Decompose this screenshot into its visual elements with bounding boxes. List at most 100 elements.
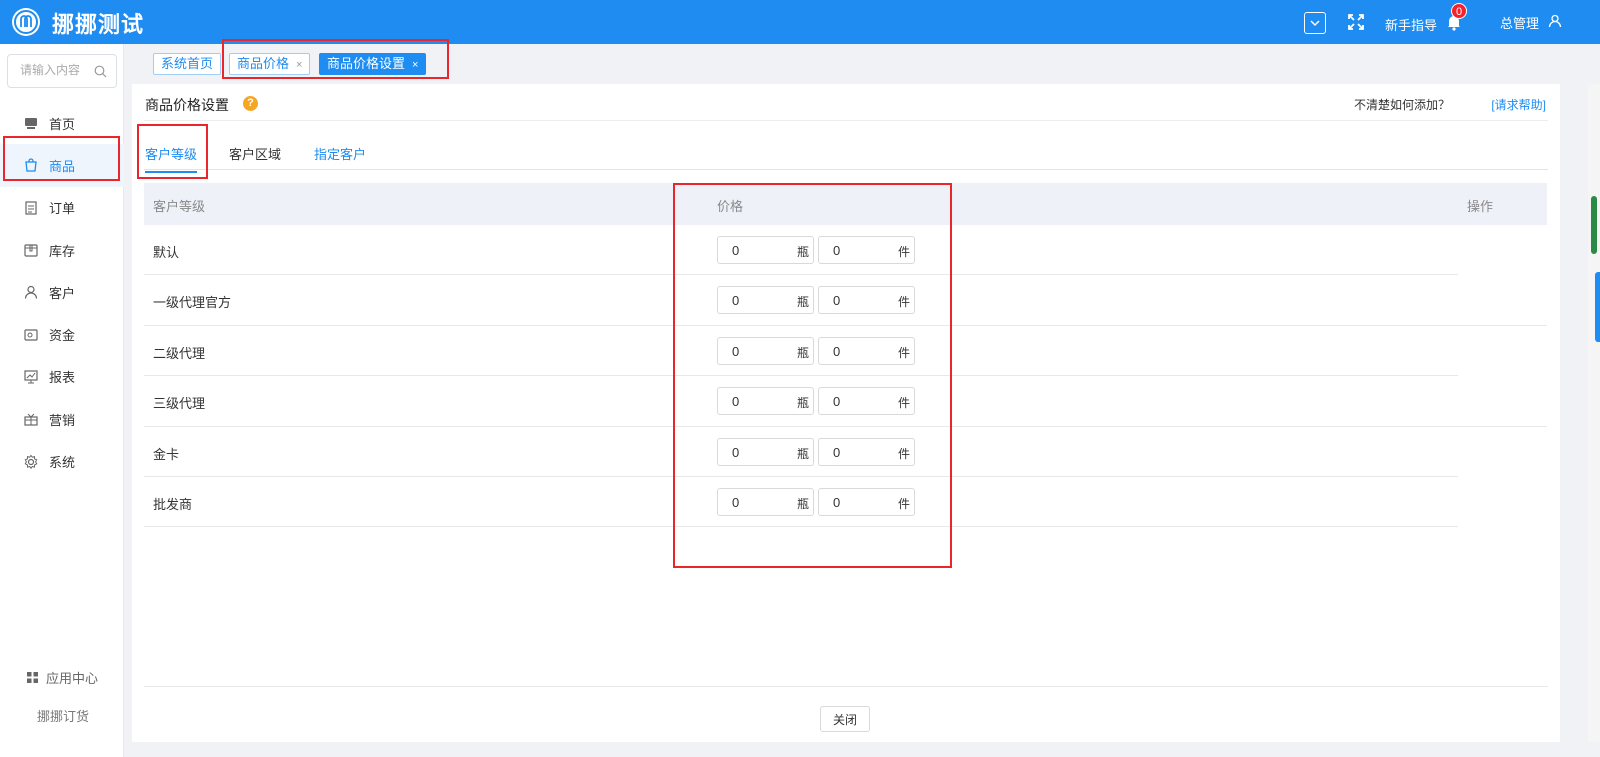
sidebar-item-system[interactable]: 系统 xyxy=(0,440,124,482)
request-help-link[interactable]: [请求帮助] xyxy=(1491,96,1546,113)
bottle-price-input[interactable] xyxy=(732,343,792,359)
scrollbar-track[interactable] xyxy=(1588,84,1600,742)
dropdown-toggle-button[interactable] xyxy=(1304,12,1326,34)
tab-product-price-settings[interactable]: 商品价格设置 × xyxy=(319,53,427,75)
unit-label: 瓶 xyxy=(796,396,809,411)
tab-label: 商品价格设置 xyxy=(327,56,406,71)
grid-icon xyxy=(27,672,38,683)
sidebar-item-orders[interactable]: 订单 xyxy=(0,187,124,229)
sidebar-item-reports[interactable]: 报表 xyxy=(0,356,124,398)
sidebar-item-label: 客户 xyxy=(49,285,76,301)
home-icon xyxy=(25,118,37,130)
beginner-guide-link[interactable]: 新手指导 xyxy=(1385,15,1437,34)
unit-label: 件 xyxy=(897,496,910,511)
sidebar-item-label: 报表 xyxy=(49,370,76,386)
sidebar-search xyxy=(7,54,117,88)
piece-price-input[interactable] xyxy=(833,243,893,258)
sidebar-item-label: 资金 xyxy=(49,328,76,344)
bottle-price-input[interactable] xyxy=(732,494,792,510)
box-icon xyxy=(24,244,38,257)
search-icon[interactable] xyxy=(94,65,107,78)
page-title: 商品价格设置 xyxy=(145,97,229,113)
tab-customer-region[interactable]: 客户区域 xyxy=(229,144,281,171)
bottle-price-input[interactable] xyxy=(732,444,792,460)
tab-label: 系统首页 xyxy=(161,56,214,71)
bottle-price-field: 瓶 xyxy=(717,336,814,365)
unit-label: 瓶 xyxy=(796,496,809,511)
bottle-price-input[interactable] xyxy=(732,243,792,258)
action-cell xyxy=(1458,325,1547,376)
piece-price-field: 件 xyxy=(818,336,915,365)
table-row: 二级代理 瓶 件 xyxy=(144,325,1547,377)
sidebar-item-label: 系统 xyxy=(49,455,76,471)
fullscreen-icon xyxy=(1348,14,1364,30)
sidebar: 首页 商品 订单 库存 客户 资金 报表 营销 xyxy=(0,44,124,757)
tab-label: 商品价格 xyxy=(237,56,290,71)
tab-specified-customer[interactable]: 指定客户 xyxy=(314,144,366,171)
bottle-price-input[interactable] xyxy=(732,394,792,410)
sidebar-item-products[interactable]: 商品 xyxy=(0,144,124,187)
sidebar-item-label: 库存 xyxy=(49,243,76,259)
main-panel: 商品价格设置 ? 不清楚如何添加？ [请求帮助] 客户等级 客户区域 指定客户 … xyxy=(132,84,1560,742)
header-customer-level: 客户等级 xyxy=(153,199,206,214)
action-cell xyxy=(1458,376,1547,427)
unit-label: 瓶 xyxy=(796,295,809,310)
bottle-price-field: 瓶 xyxy=(717,286,814,315)
price-table: 客户等级 价格 操作 默认 瓶 件 一级代理官方 瓶 件 xyxy=(144,183,1547,528)
search-input[interactable] xyxy=(20,63,92,77)
piece-price-field: 件 xyxy=(818,286,915,315)
piece-price-input[interactable] xyxy=(833,394,893,410)
sidebar-item-funds[interactable]: 资金 xyxy=(0,313,124,355)
tab-product-price[interactable]: 商品价格 × xyxy=(229,53,311,75)
close-icon[interactable]: × xyxy=(296,59,302,71)
action-cell xyxy=(1458,426,1547,477)
brand-name: 挪挪测试 xyxy=(52,12,145,37)
sidebar-item-marketing[interactable]: 营销 xyxy=(0,398,124,440)
piece-price-input[interactable] xyxy=(833,494,893,510)
help-hint-text: 不清楚如何添加？ xyxy=(1353,98,1450,112)
fullscreen-button[interactable] xyxy=(1346,12,1366,32)
piece-price-field: 件 xyxy=(818,437,915,466)
footer-brand: 挪挪订货 xyxy=(37,709,90,724)
tab-system-home[interactable]: 系统首页 xyxy=(153,53,222,75)
user-menu[interactable]: 总管理 xyxy=(1500,13,1539,32)
tab-customer-level[interactable]: 客户等级 xyxy=(145,144,198,173)
app-center-label: 应用中心 xyxy=(46,671,99,686)
wallet-icon xyxy=(24,329,38,341)
bottle-price-input[interactable] xyxy=(732,293,792,309)
bottle-price-field: 瓶 xyxy=(717,236,814,264)
user-icon xyxy=(1548,14,1562,28)
unit-label: 瓶 xyxy=(796,446,809,461)
app-center-link[interactable]: 应用中心 xyxy=(27,668,98,687)
sidebar-item-home[interactable]: 首页 xyxy=(0,102,124,144)
unit-label: 件 xyxy=(897,245,910,259)
customer-level-name: 一级代理官方 xyxy=(153,295,232,311)
table-row: 金卡 瓶 件 xyxy=(144,426,1547,477)
sidebar-item-customers[interactable]: 客户 xyxy=(0,271,124,313)
bottle-price-field: 瓶 xyxy=(717,387,814,416)
piece-price-input[interactable] xyxy=(833,293,893,309)
close-icon[interactable]: × xyxy=(412,59,418,71)
logo-icon xyxy=(12,8,40,36)
help-icon[interactable]: ? xyxy=(243,96,258,111)
chevron-down-icon xyxy=(1310,20,1320,27)
close-button[interactable]: 关闭 xyxy=(820,706,870,732)
unit-label: 件 xyxy=(897,345,910,360)
action-cell xyxy=(1458,476,1547,527)
piece-price-input[interactable] xyxy=(833,343,893,359)
gear-icon xyxy=(24,454,38,469)
sidebar-item-label: 首页 xyxy=(49,116,76,132)
open-pages-bar: 系统首页 商品价格 × 商品价格设置 × xyxy=(134,44,1600,84)
table-row: 一级代理官方 瓶 件 xyxy=(144,275,1547,326)
unit-label: 件 xyxy=(897,295,910,310)
action-cell xyxy=(1458,275,1547,326)
side-float-tab[interactable] xyxy=(1595,272,1600,342)
notification-badge: 0 xyxy=(1451,3,1467,19)
scrollbar-thumb[interactable] xyxy=(1591,196,1597,254)
piece-price-field: 件 xyxy=(818,236,915,264)
divider xyxy=(144,686,1548,687)
unit-label: 瓶 xyxy=(796,345,809,360)
sidebar-item-inventory[interactable]: 库存 xyxy=(0,229,124,271)
customer-level-name: 金卡 xyxy=(153,446,180,462)
piece-price-input[interactable] xyxy=(833,444,893,460)
